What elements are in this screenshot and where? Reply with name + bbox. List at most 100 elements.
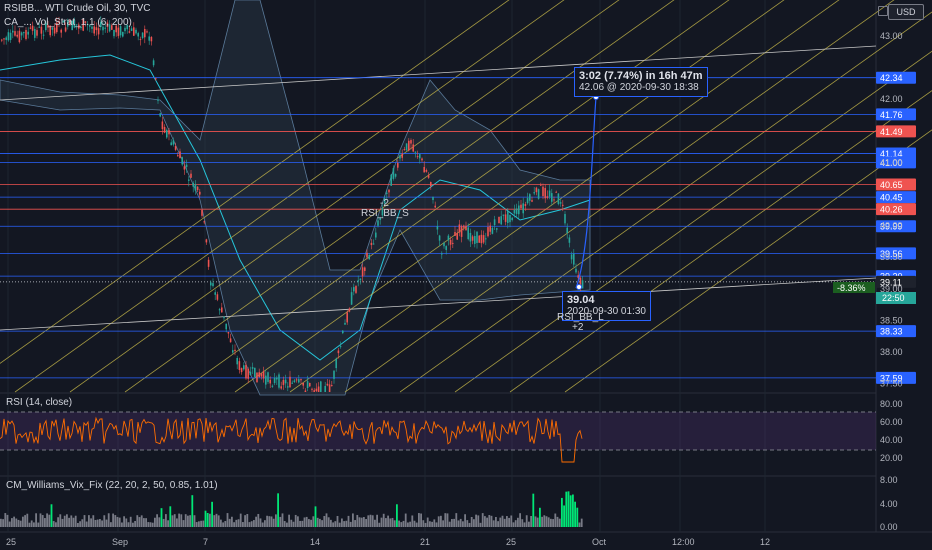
vix-bar bbox=[57, 517, 59, 527]
candle-body bbox=[471, 236, 474, 241]
time-axis-label: 25 bbox=[506, 537, 516, 547]
candle-body bbox=[544, 188, 546, 199]
vix-bar bbox=[490, 515, 493, 527]
vix-bar bbox=[319, 518, 321, 527]
vix-bar bbox=[242, 522, 244, 527]
vix-bar bbox=[545, 516, 548, 527]
price-axis-label: 42.00 bbox=[880, 94, 903, 104]
candle-body bbox=[515, 208, 518, 214]
candle-body bbox=[458, 224, 461, 233]
candle-body bbox=[194, 184, 197, 191]
vix-bar bbox=[0, 518, 2, 527]
vix-bar bbox=[356, 514, 359, 527]
vix-bar bbox=[510, 515, 513, 527]
vix-bar bbox=[547, 517, 550, 527]
vix-bar bbox=[396, 504, 398, 527]
candle-body bbox=[53, 27, 56, 34]
vix-bar bbox=[569, 495, 572, 527]
vix-bar bbox=[389, 518, 392, 527]
candle-body bbox=[201, 209, 203, 216]
vix-bar bbox=[519, 513, 521, 527]
candle-body bbox=[273, 377, 276, 384]
candle-body bbox=[174, 145, 177, 150]
candle-body bbox=[256, 372, 258, 383]
vix-bar bbox=[418, 513, 420, 527]
vix-bar bbox=[578, 522, 581, 527]
candle-body bbox=[185, 164, 188, 167]
vix-bar bbox=[74, 515, 77, 527]
candle-body bbox=[350, 292, 353, 305]
vix-bar bbox=[495, 516, 497, 527]
candle-body bbox=[432, 196, 434, 201]
candle-body bbox=[511, 217, 513, 221]
candle-body bbox=[190, 173, 192, 178]
candle-body bbox=[34, 29, 36, 38]
vix-bar bbox=[290, 519, 293, 527]
candle-body bbox=[423, 166, 425, 173]
candle-body bbox=[60, 29, 62, 33]
candle-body bbox=[377, 220, 379, 226]
vix-bar bbox=[567, 491, 570, 527]
candle-body bbox=[427, 175, 430, 178]
candle-body bbox=[293, 380, 296, 382]
candle-body bbox=[529, 194, 531, 201]
point-tooltip-line1: 39.04 bbox=[567, 294, 595, 306]
vix-bar bbox=[178, 513, 180, 527]
vix-bar bbox=[167, 520, 169, 527]
time-axis-label: 12 bbox=[760, 537, 770, 547]
candle-body bbox=[397, 163, 399, 168]
vix-bar bbox=[132, 522, 134, 527]
rsi-axis-label: 40.00 bbox=[880, 435, 903, 445]
vix-bar bbox=[143, 518, 145, 527]
candle-body bbox=[117, 27, 120, 37]
vix-bar bbox=[272, 518, 275, 527]
vix-axis-label: 8.00 bbox=[880, 475, 898, 485]
vix-bar bbox=[59, 514, 62, 527]
candle-body bbox=[18, 30, 21, 43]
candle-body bbox=[150, 36, 153, 42]
vix-bar bbox=[39, 513, 42, 527]
candle-body bbox=[447, 235, 450, 241]
vix-bar bbox=[41, 515, 44, 527]
currency-button[interactable]: USD bbox=[888, 4, 924, 20]
vix-bar bbox=[475, 514, 477, 527]
candle-body bbox=[405, 143, 408, 151]
vix-bar bbox=[279, 516, 282, 527]
candle-body bbox=[240, 368, 243, 373]
lock-icon[interactable] bbox=[878, 6, 888, 16]
candle-body bbox=[463, 225, 465, 228]
candle-body bbox=[196, 186, 199, 191]
candle-body bbox=[258, 372, 260, 378]
vix-bar bbox=[433, 519, 436, 527]
candle-body bbox=[364, 267, 366, 272]
candle-body bbox=[289, 376, 291, 388]
candle-body bbox=[25, 30, 27, 40]
chart-canvas[interactable]: 42.3441.7641.4941.1441.0040.6540.4540.26… bbox=[0, 0, 932, 550]
vix-bar bbox=[233, 522, 235, 527]
candle-body bbox=[179, 151, 181, 159]
rsi-axis-label: 80.00 bbox=[880, 399, 903, 409]
candle-body bbox=[298, 379, 300, 383]
price-axis-label: 38.50 bbox=[880, 315, 903, 325]
candle-body bbox=[375, 232, 377, 238]
vix-bar bbox=[552, 519, 554, 527]
candle-body bbox=[419, 154, 421, 159]
candle-body bbox=[326, 383, 329, 386]
vix-bar bbox=[360, 517, 363, 527]
candle-body bbox=[581, 280, 584, 289]
candle-body bbox=[416, 156, 419, 158]
candle-body bbox=[287, 386, 289, 388]
vix-bar bbox=[248, 522, 251, 527]
vix-bar bbox=[35, 513, 37, 527]
vix-bar bbox=[193, 515, 196, 527]
vix-bar bbox=[345, 520, 348, 527]
candle-body bbox=[502, 214, 505, 216]
candle-body bbox=[480, 234, 483, 244]
candle-body bbox=[337, 350, 340, 354]
candle-body bbox=[522, 203, 524, 214]
vix-bar bbox=[371, 515, 374, 527]
vix-bar bbox=[501, 515, 504, 527]
candle-body bbox=[460, 226, 463, 237]
candle-body bbox=[113, 29, 115, 37]
vix-bar bbox=[70, 515, 73, 527]
